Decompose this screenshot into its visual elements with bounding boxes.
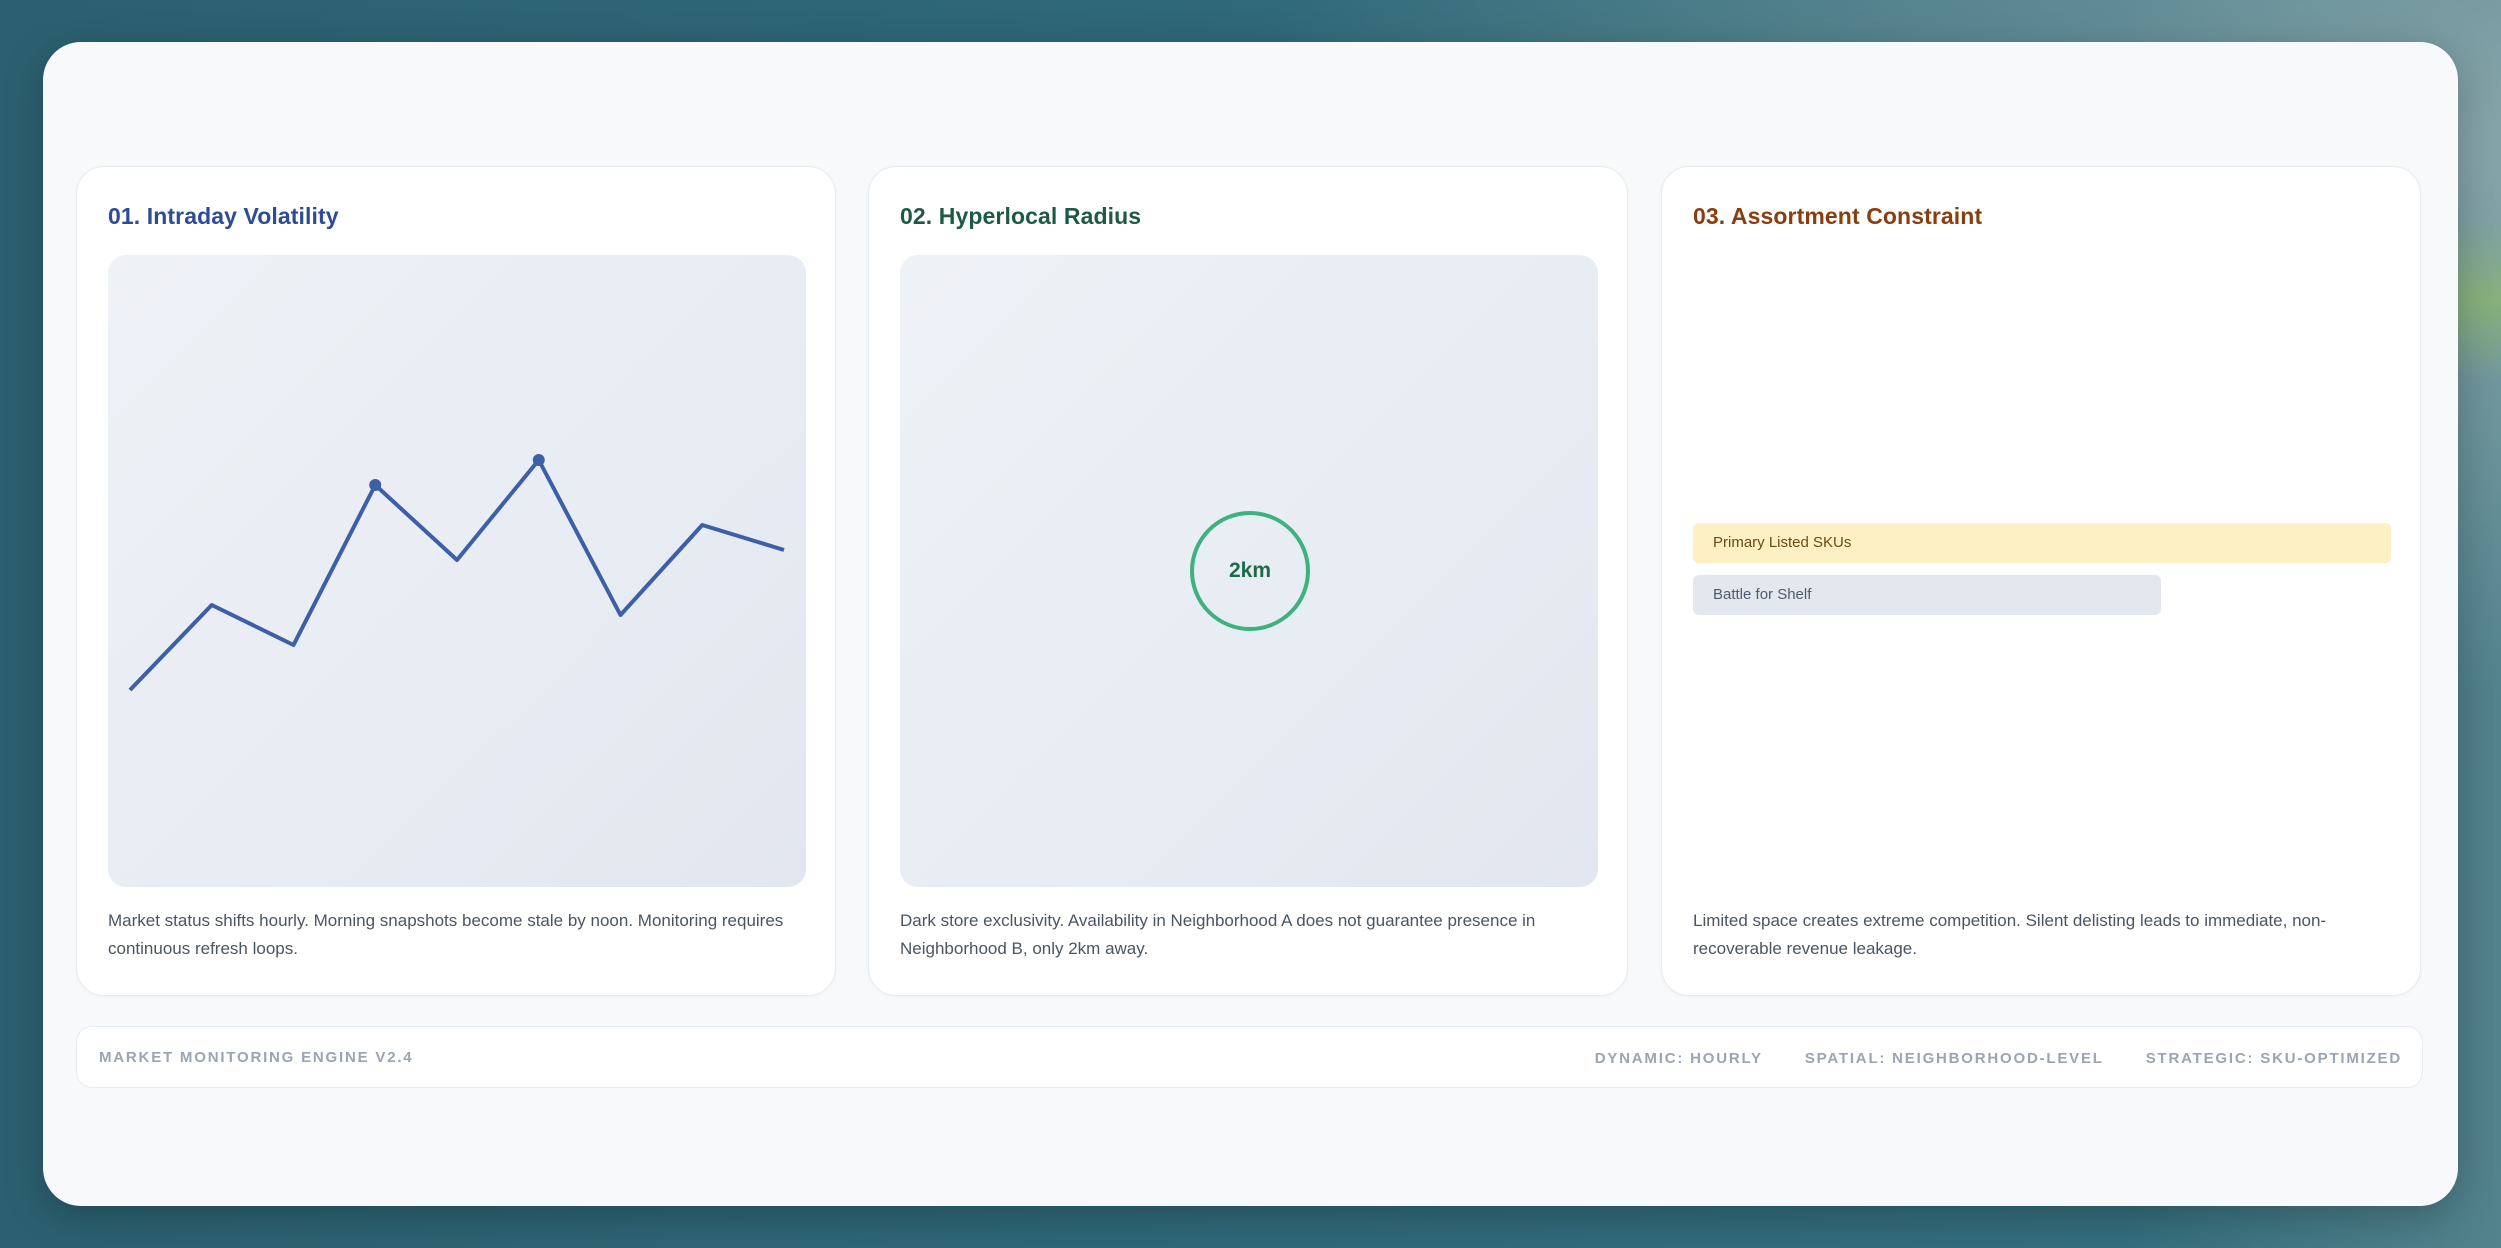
tag-dynamic: DYNAMIC: HOURLY [1594,1049,1763,1067]
volatility-line [128,458,785,692]
card-title: 02. Hyperlocal Radius [900,203,1142,229]
volatility-point [369,479,382,491]
volatility-line-chart [128,454,785,692]
radius-visual: 2km [900,255,1598,887]
card-intraday-volatility: 01. Intraday Volatility Market status sh… [76,166,836,996]
tag-strategic: STRATEGIC: SKU-OPTIMIZED [2145,1049,2402,1067]
card-title: 03. Assortment Constraint [1693,203,1983,229]
bar-label: Battle for Shelf [1713,586,1812,603]
tag-spatial: SPATIAL: NEIGHBORHOOD-LEVEL [1804,1049,2104,1067]
bar-primary-listed-skus: Primary Listed SKUs [1693,523,2391,563]
volatility-point [532,454,545,466]
footer-tags: DYNAMIC: HOURLY SPATIAL: NEIGHBORHOOD-LE… [1595,1027,2402,1089]
status-footer: MARKET MONITORING ENGINE V2.4 DYNAMIC: H… [76,1026,2423,1088]
card-hyperlocal-radius: 02. Hyperlocal Radius 2km Dark store exc… [868,166,1628,996]
engine-label: MARKET MONITORING ENGINE V2.4 [99,1049,414,1066]
volatility-chart [108,255,806,887]
bar-battle-for-shelf: Battle for Shelf [1693,575,2161,615]
radius-label: 2km [1228,559,1272,582]
card-assortment-constraint: 03. Assortment Constraint Primary Listed… [1661,166,2421,996]
radius-ring: 2km [1190,511,1310,631]
card-description: Market status shifts hourly. Morning sna… [108,911,784,958]
bar-label: Primary Listed SKUs [1713,534,1852,551]
card-description: Limited space creates extreme competitio… [1693,911,2327,958]
card-title: 01. Intraday Volatility [108,203,339,229]
card-description: Dark store exclusivity. Availability in … [900,911,1536,958]
dashboard-panel: 01. Intraday Volatility Market status sh… [43,42,2458,1206]
